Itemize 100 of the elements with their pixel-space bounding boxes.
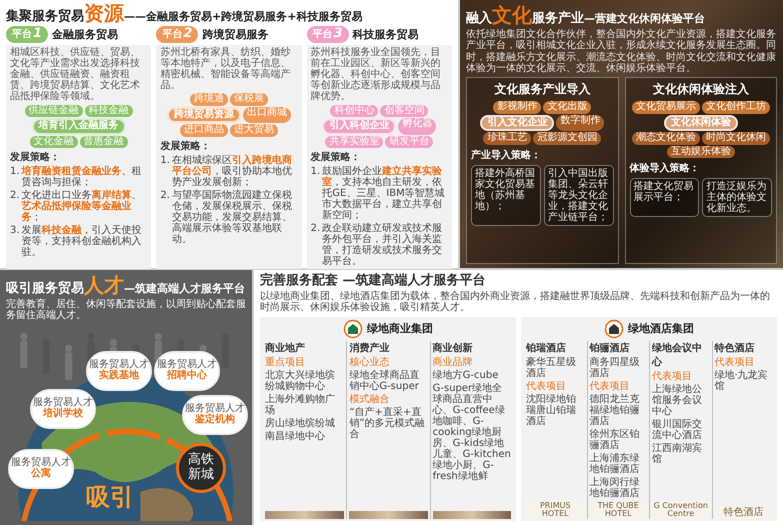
list-number: 1. [10, 166, 20, 180]
diagram-node: 时尚文化休闲 [702, 132, 770, 145]
project-item: 商务四星级酒店 [590, 356, 640, 379]
strategy-text: 政企联动建立研发或技术服务外包平台，并引入海关监管，打造研发或技术服务交易平台。 [322, 223, 444, 268]
banner-text: 吸引 [86, 484, 134, 509]
facility-name: 招聘中心 [167, 370, 207, 382]
strategy-box: 搭建文化贸易展示平台； [630, 178, 700, 218]
diagram-node: 科技金融 [84, 104, 133, 118]
diagram-node: 创客空间 [380, 104, 428, 118]
strategy-heading: 产业导入策略： [471, 148, 542, 162]
diagram-center-node: 引入文化企业 [480, 114, 554, 132]
slide-title: 吸引服务贸易 [6, 282, 84, 296]
strategy-text: 与望亭国际物流园建立保税仓储，发展保税展示、保税交易功能，发展交易结算、高端展示体验等双基地联动。 [172, 190, 293, 245]
diagram-node: 科创中心 [330, 104, 378, 118]
facility-caption: 服务贸易人才 [89, 360, 149, 370]
project-item: 南昌绿地中心 [265, 430, 326, 442]
subtitle-text: 完善教育、居住、休闲等配套设施，以周到贴心配套服务留住高端人才。 [6, 299, 246, 322]
diagram-node: 冠影源文创园 [533, 132, 602, 145]
strategy-box: 搭建外高桥国家文化贸易基地（苏州基地）； [471, 164, 541, 226]
slide-title: 融入 [466, 12, 492, 26]
platform-name: 科技服务贸易 [352, 26, 419, 42]
strategy-text: 鼓励国外企业建立共享实验室，支持本地自主研发，依托GE、三星、IBM等智慧城市大数据平台，建立共享创新空间； [322, 166, 446, 222]
project-item: 江西南湖宾馆 [652, 442, 703, 465]
diagram-center-node: 引入科创企业 [322, 118, 396, 135]
project-item: 豪华五星级酒店 [526, 356, 577, 379]
strategy-text: 在相城综保区引入跨境电商平台公司，吸引协助本地优势产业发展创新； [172, 154, 293, 188]
project-item: “自产+直采+直销”的多元模式融合 [349, 406, 426, 440]
section-label: 代表项目 [652, 370, 693, 382]
panel-heading: 文化休闲体验注入 [652, 81, 750, 98]
project-item: 绿地全球商品直销中心G-super [349, 370, 420, 392]
diagram-center-node: 文化休闲体验 [664, 114, 738, 132]
project-item: 沈阳绿地铂瑞唐山铂瑞酒店 [526, 394, 577, 427]
strategy-box: 打造泛娱乐为主体的体验文化新业态。 [702, 178, 772, 218]
list-number: 3. [10, 225, 20, 238]
panel-heading: 文化服务产业导入 [493, 81, 592, 98]
project-item: 徐州东区铂骊酒店 [590, 428, 640, 451]
list-number: 1. [160, 154, 170, 168]
strategy-text: 文化进出口业务离岸结算、艺术品抵押保险等金融业务； [22, 190, 143, 224]
project-item: 上海浦东绿地铂骊酒店 [590, 452, 640, 475]
project-item: 北京大兴绿地缤纷城购物中心 [265, 370, 336, 392]
diagram-node: 影视制作 [493, 101, 542, 114]
project-item: 房山绿地缤纷城 [265, 418, 336, 429]
section-label: 核心业态 [349, 356, 390, 368]
title-highlight: 文化 [492, 4, 532, 26]
slide-title: 服务产业 [532, 12, 584, 26]
facility-caption: 服务贸易人才 [185, 404, 245, 414]
column-title: 商业创新 [432, 341, 474, 355]
diagram-node: 研发平台 [385, 136, 434, 148]
platform-description: 苏州北桥有家具、纺织、婚纱等本地特产，以及电子信息、精密机械、智能设备等高端产品。 [160, 46, 292, 92]
slide-subtitle: —筑建高端人才服务平台 [124, 283, 245, 296]
list-number: 1. [310, 166, 320, 180]
group-name: 绿地商业集团 [367, 321, 433, 336]
diagram-node: 文化贸易展示 [632, 101, 700, 114]
column-title: 特色酒店 [714, 341, 756, 355]
diagram-node: 数字制作 [556, 114, 604, 132]
strategy-heading: 发展策略： [160, 140, 212, 153]
strategy-heading: 发展策略： [310, 150, 362, 164]
platform-badge: 平台1 [6, 26, 48, 43]
column-title: 铂骊酒店 [590, 341, 630, 355]
slide-subtitle: —营建文化休闲体验平台 [584, 13, 705, 26]
section-label: 代表项目 [714, 356, 756, 368]
diagram-node: 跨境通 [190, 93, 228, 106]
title-highlight: 资源 [84, 2, 124, 24]
facility-name: 公寓 [31, 468, 51, 480]
project-item: 银川国际交流中心酒店 [652, 418, 703, 441]
strategy-heading: 发展策略： [10, 150, 61, 164]
facility-name: 培训学校 [43, 408, 83, 420]
platform-badge: 平台3 [306, 26, 349, 43]
platform-description: 相城区科技、供应链、贸易、文化等产业需求出发选择科技金融、供应链融资、融资租赁、跨境贸易结算、文化艺术品抵押保险等领域。 [10, 46, 141, 103]
hotel-logo: PRIMUS HOTEL [526, 500, 584, 520]
house-logo-icon [343, 318, 363, 339]
slide-title: 完善服务配套 —筑建高端人才服务平台 [260, 274, 487, 288]
hotel-logo: THE QUBE HOTEL [590, 500, 647, 520]
diagram-node: 珍珠工艺 [483, 132, 532, 145]
strategy-text: 培育融资租赁金融业务、租赁咨询与担保； [22, 166, 143, 188]
diagram-node: 进大贸易 [230, 124, 278, 137]
diagram-node: 出口商城 [242, 106, 291, 124]
facility-name: 实践基地 [99, 370, 139, 382]
facility-name: 鉴定机构 [195, 414, 235, 426]
project-item: 上海外滩购物广场 [265, 394, 336, 416]
list-number: 2. [10, 190, 20, 204]
list-number: 2. [160, 190, 170, 203]
project-item: 绿地·九龙宾馆 [714, 370, 769, 392]
house-logo-icon [604, 318, 624, 339]
diagram-node: 进口商品 [180, 124, 228, 137]
section-label: 代表项目 [590, 380, 630, 392]
strategy-heading: 体验导入策略： [630, 162, 700, 176]
column-title: 铂瑞酒店 [526, 341, 567, 355]
slide-title: 集聚服务贸易 [6, 10, 84, 24]
column-title: 消费产业 [349, 342, 390, 355]
project-item: 德阳龙兰克福绿地铂骊酒店 [590, 394, 640, 427]
platform-badge: 平台2 [156, 26, 198, 43]
facility-caption: 服务贸易人才 [157, 360, 217, 370]
strategy-box: 引入中国出版集团、朵云轩等龙头文化企业，搭建文化产业链平台； [544, 164, 614, 226]
section-label: 模式融合 [349, 394, 390, 405]
strategy-text: 发展科技金融，引入天使投资等，支持科创金融机构入驻。 [22, 225, 143, 258]
diagram-node: 潮态文化体验 [632, 132, 700, 145]
diagram-node: 保税展 [230, 93, 268, 106]
group-name: 绿地酒店集团 [628, 321, 694, 336]
project-item: 绿地方G-cube [432, 370, 500, 381]
